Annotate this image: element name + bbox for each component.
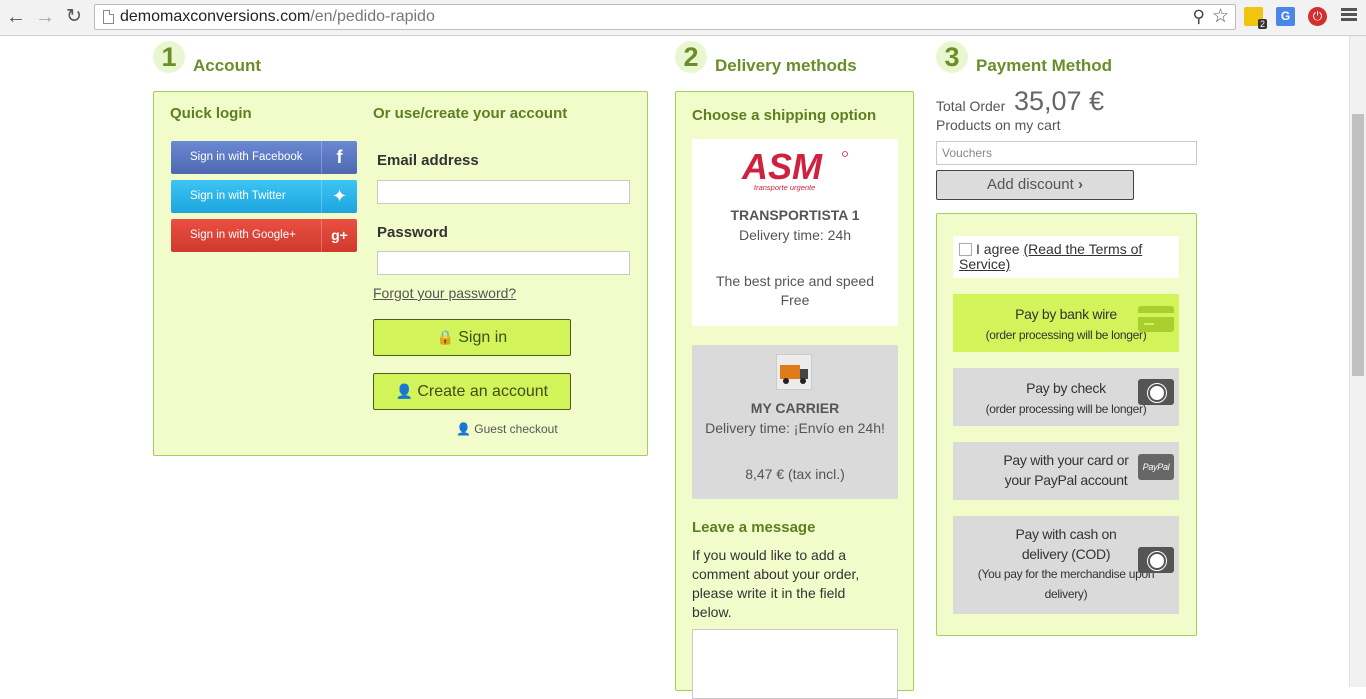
truck-icon	[776, 354, 812, 390]
email-field[interactable]	[377, 180, 630, 204]
payment-option-check[interactable]: Pay by check (order processing will be l…	[953, 368, 1179, 426]
delivery-heading: Delivery methods	[715, 56, 857, 75]
leave-message-label: Leave a message	[692, 519, 816, 536]
twitter-login-button[interactable]: Sign in with Twitter ✦	[171, 180, 357, 213]
carrier-price: Free	[780, 292, 810, 308]
carrier-description: The best price and speed	[716, 273, 874, 289]
sign-in-label: Sign in	[458, 329, 508, 346]
guest-user-icon: 👤	[456, 422, 471, 436]
step-1-number: 1	[153, 41, 185, 73]
menu-icon[interactable]	[1340, 6, 1358, 26]
carrier-price: 8,47 € (tax incl.)	[745, 466, 845, 482]
guest-checkout-link[interactable]: 👤 Guest checkout	[456, 422, 558, 436]
account-heading: Account	[193, 56, 261, 75]
cash-icon	[1138, 379, 1174, 405]
page-icon	[103, 10, 114, 24]
reload-icon[interactable]: ↻	[63, 6, 85, 28]
google-plus-icon: g+	[321, 219, 357, 252]
terms-agreement: I agree (Read the Terms of Service)	[953, 236, 1179, 278]
guest-checkout-label: Guest checkout	[474, 422, 558, 436]
add-discount-button[interactable]: Add discount ›	[936, 170, 1134, 200]
shipping-option-my-carrier[interactable]: MY CARRIER Delivery time: ¡Envío en 24h!…	[692, 345, 898, 499]
forward-arrow-icon[interactable]: →	[34, 6, 56, 28]
quick-login-label: Quick login	[170, 105, 252, 122]
bookmark-star-icon[interactable]: ☆	[1212, 5, 1229, 28]
shipping-option-label: Choose a shipping option	[692, 107, 877, 124]
create-account-label: Or use/create your account	[373, 105, 568, 122]
lock-icon: 🔒	[436, 329, 455, 345]
delivery-panel: Choose a shipping option ASM transporte …	[675, 91, 914, 699]
paypal-icon: PayPal	[1138, 454, 1174, 480]
voucher-input[interactable]: Vouchers	[936, 141, 1197, 165]
zoom-icon[interactable]: ⚲	[1193, 7, 1205, 27]
account-panel: Quick login Sign in with Facebook f Sign…	[153, 91, 648, 456]
twitter-button-label: Sign in with Twitter	[190, 190, 286, 202]
payment-heading: Payment Method	[976, 56, 1113, 75]
payment-option-cash-on-delivery[interactable]: Pay with cash on delivery (COD) (You pay…	[953, 516, 1179, 614]
facebook-icon: f	[321, 141, 357, 174]
add-discount-label: Add discount	[987, 176, 1074, 193]
sign-in-button[interactable]: 🔒 Sign in	[373, 319, 571, 356]
credit-card-icon	[1138, 306, 1174, 332]
agree-label: I agree	[976, 241, 1020, 257]
translate-icon[interactable]: G	[1276, 7, 1295, 26]
asm-logo-icon: ASM transporte urgente	[741, 149, 848, 192]
cash-icon	[1138, 547, 1174, 573]
create-account-button[interactable]: 👤 Create an account	[373, 373, 571, 410]
forgot-password-link[interactable]: Forgot your password?	[373, 285, 516, 301]
google-login-button[interactable]: Sign in with Google+ g+	[171, 219, 357, 252]
asm-logo-subtitle: transporte urgente	[754, 183, 815, 192]
total-order-label: Total Order	[936, 98, 1006, 114]
carrier-name: MY CARRIER	[750, 400, 840, 416]
payment-option-paypal[interactable]: Pay with your card or your PayPal accoun…	[953, 442, 1179, 500]
carrier-name: TRANSPORTISTA 1	[730, 207, 860, 223]
facebook-button-label: Sign in with Facebook	[190, 151, 303, 163]
total-order-value: 35,07 €	[1014, 86, 1105, 116]
step-3-number: 3	[936, 41, 968, 73]
step-2-number: 2	[675, 41, 707, 73]
message-help-text: If you would like to add a comment about…	[692, 547, 860, 620]
carrier-delivery-time: Delivery time: 24h	[738, 227, 852, 243]
payment-option-title: Pay with your card or your PayPal accoun…	[1003, 452, 1129, 488]
url-text[interactable]: demomaxconversions.com/en/pedido-rapido	[120, 8, 435, 26]
order-message-textarea[interactable]	[692, 629, 898, 699]
products-on-cart-link[interactable]: Products on my cart	[936, 117, 1061, 133]
password-field[interactable]	[377, 251, 630, 275]
address-bar[interactable]: demomaxconversions.com/en/pedido-rapido …	[94, 4, 1236, 30]
page-scrollbar[interactable]	[1349, 36, 1366, 687]
twitter-icon: ✦	[321, 180, 357, 213]
user-icon: 👤	[395, 383, 414, 399]
scrollbar-thumb[interactable]	[1352, 114, 1364, 376]
agree-checkbox[interactable]	[959, 243, 972, 256]
payment-panel: I agree (Read the Terms of Service) Pay …	[936, 213, 1197, 636]
create-account-label-text: Create an account	[417, 383, 549, 400]
shipping-option-asm[interactable]: ASM transporte urgente TRANSPORTISTA 1 D…	[692, 139, 898, 326]
extension-notes-icon[interactable]: 2	[1244, 7, 1267, 29]
asm-logo-text: ASM	[741, 149, 823, 187]
chevron-right-icon: ›	[1077, 176, 1083, 193]
carrier-delivery-time: Delivery time: ¡Envío en 24h!	[705, 420, 885, 436]
email-label: Email address	[377, 152, 479, 169]
payment-option-title: Pay with cash on delivery (COD)	[1015, 526, 1117, 562]
payment-option-bank-wire[interactable]: Pay by bank wire (order processing will …	[953, 294, 1179, 352]
back-arrow-icon[interactable]: ←	[5, 6, 27, 28]
google-button-label: Sign in with Google+	[190, 229, 296, 241]
power-icon[interactable]: ⏻	[1308, 7, 1327, 26]
facebook-login-button[interactable]: Sign in with Facebook f	[171, 141, 357, 174]
browser-toolbar: ← → ↻ demomaxconversions.com/en/pedido-r…	[0, 0, 1366, 36]
password-label: Password	[377, 224, 448, 241]
